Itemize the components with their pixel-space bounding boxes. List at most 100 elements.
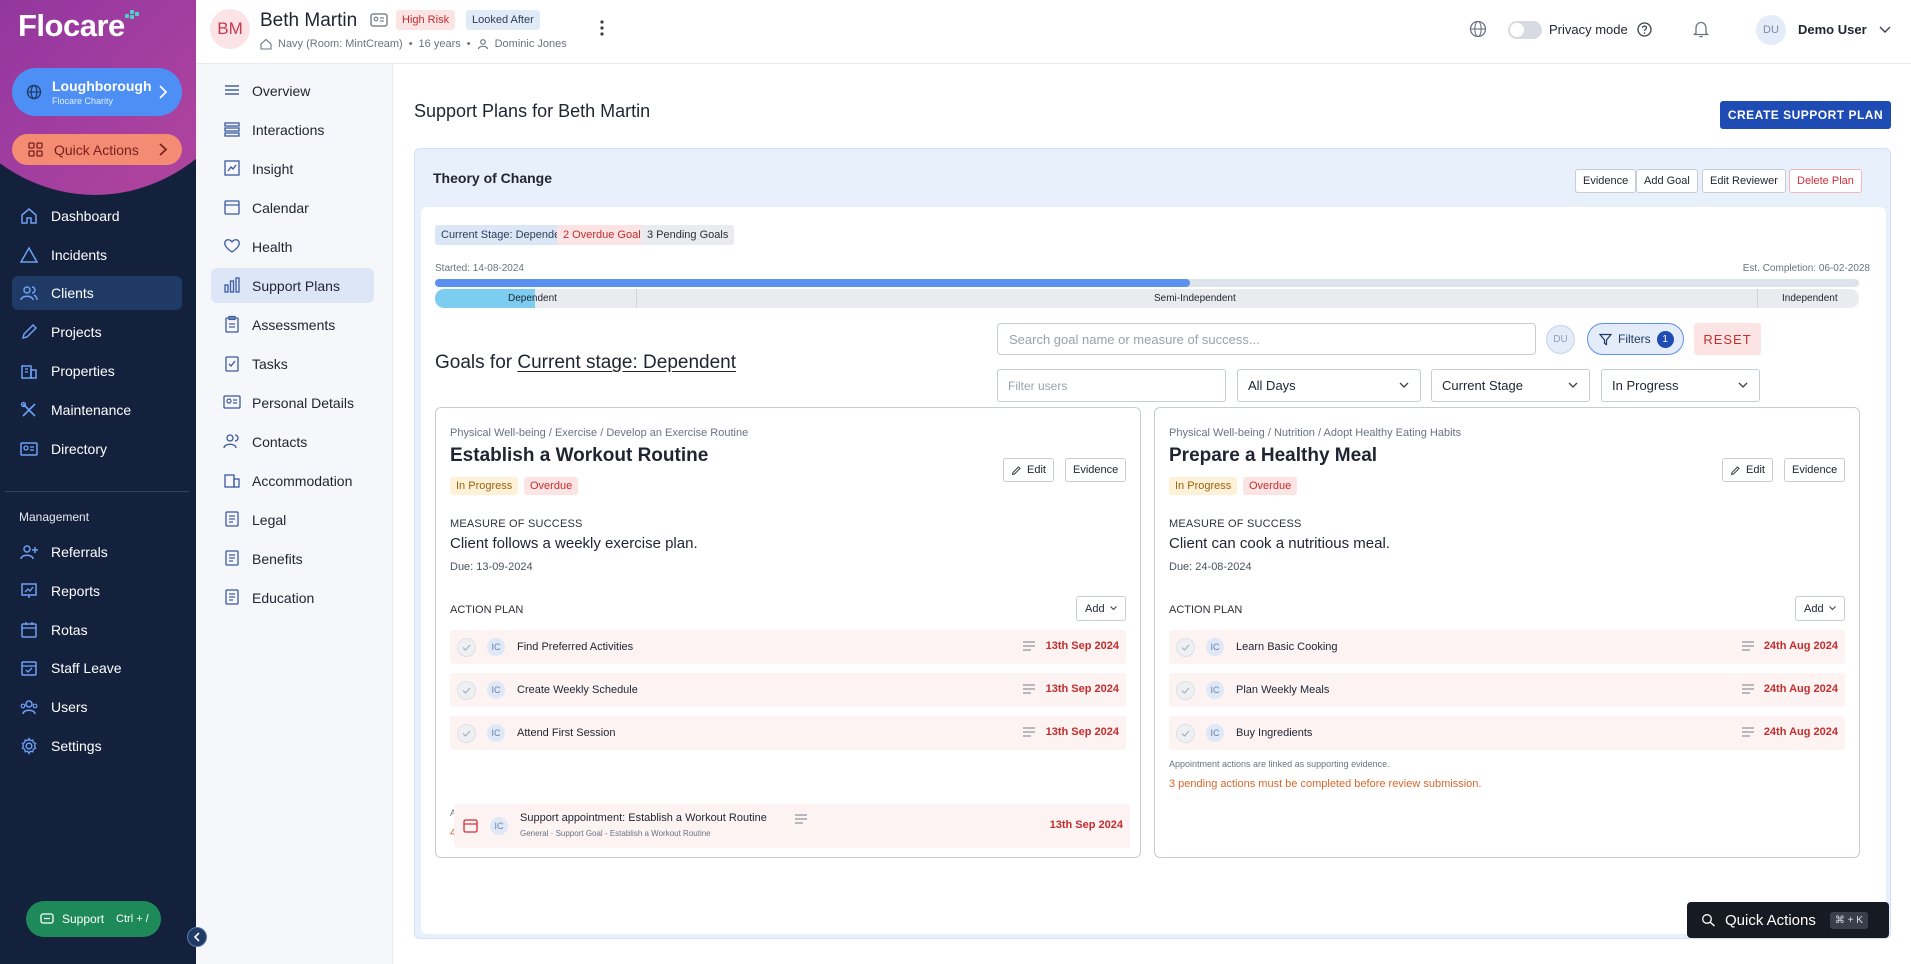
nav-item-settings[interactable]: Settings	[12, 729, 182, 763]
sidebar-collapse-button[interactable]	[187, 927, 207, 947]
appointment-action-row[interactable]: IC Support appointment: Establish a Work…	[454, 804, 1130, 848]
nav-item-dashboard[interactable]: Dashboard	[12, 199, 182, 233]
notes-icon[interactable]	[1742, 727, 1754, 737]
support-button[interactable]: Support Ctrl + /	[26, 901, 161, 937]
action-row[interactable]: IC Attend First Session 13th Sep 2024	[450, 716, 1126, 750]
privacy-mode-label: Privacy mode	[1549, 22, 1628, 37]
notes-icon[interactable]	[1023, 684, 1035, 694]
complete-action-checkbox[interactable]	[1176, 638, 1195, 657]
quick-actions-fab[interactable]: Quick Actions ⌘ + K	[1687, 902, 1889, 938]
assignee-avatar: IC	[487, 638, 505, 656]
current-stage-link[interactable]: Current stage: Dependent	[517, 352, 736, 373]
appointment-sublabel: General · Support Goal - Establish a Wor…	[520, 829, 711, 838]
goal-evidence-button[interactable]: Evidence	[1784, 458, 1846, 482]
filters-button[interactable]: Filters 1	[1587, 323, 1684, 355]
action-row[interactable]: IC Buy Ingredients 24th Aug 2024	[1169, 716, 1845, 750]
privacy-mode-toggle[interactable]	[1508, 21, 1542, 39]
subnav-legal[interactable]: Legal	[211, 502, 374, 537]
users-icon	[20, 286, 38, 301]
notes-icon[interactable]	[1742, 684, 1754, 694]
subnav-label: Overview	[252, 82, 311, 99]
help-icon[interactable]	[1637, 22, 1652, 37]
complete-action-checkbox[interactable]	[1176, 724, 1195, 743]
nav-item-clients[interactable]: Clients	[12, 276, 182, 310]
notifications-bell-icon[interactable]	[1693, 20, 1709, 38]
stage-select[interactable]: Current Stage	[1431, 369, 1590, 402]
nav-item-reports[interactable]: Reports	[12, 574, 182, 608]
nav-item-rotas[interactable]: Rotas	[12, 613, 182, 647]
reset-filters-button[interactable]: RESET	[1694, 323, 1761, 355]
chevron-right-icon	[159, 85, 168, 99]
main-sidebar: Flocare Loughborough Flocare Charity Quic…	[0, 0, 196, 964]
action-row[interactable]: IC Create Weekly Schedule 13th Sep 2024	[450, 673, 1126, 707]
nav-item-staff-leave[interactable]: Staff Leave	[12, 651, 182, 685]
nav-item-maintenance[interactable]: Maintenance	[12, 393, 182, 427]
nav-item-users[interactable]: Users	[12, 690, 182, 724]
subnav-health[interactable]: Health	[211, 229, 374, 264]
stage-label-semi-independent: Semi-Independent	[1154, 293, 1236, 304]
chevron-down-icon[interactable]	[1879, 26, 1891, 34]
status-select[interactable]: In Progress	[1601, 369, 1760, 402]
add-action-button[interactable]: Add	[1795, 596, 1845, 621]
subnav-education[interactable]: Education	[211, 580, 374, 615]
user-filter-avatar[interactable]: DU	[1546, 325, 1575, 354]
goal-evidence-button[interactable]: Evidence	[1065, 458, 1127, 482]
create-support-plan-button[interactable]: CREATE SUPPORT PLAN	[1720, 101, 1891, 129]
nav-item-incidents[interactable]: Incidents	[12, 238, 182, 272]
subnav-calendar[interactable]: Calendar	[211, 190, 374, 225]
subnav-overview[interactable]: Overview	[211, 73, 374, 108]
complete-action-checkbox[interactable]	[457, 638, 476, 657]
nav-item-directory[interactable]: Directory	[12, 432, 182, 466]
subnav-accommodation[interactable]: Accommodation	[211, 463, 374, 498]
subnav-label: Health	[252, 238, 293, 255]
stage-label-dependent: Dependent	[508, 293, 557, 304]
organisation-name: Loughborough	[52, 78, 152, 94]
user-name[interactable]: Demo User	[1798, 22, 1867, 37]
subnav-insight[interactable]: Insight	[211, 151, 374, 186]
evidence-button[interactable]: Evidence	[1575, 169, 1637, 193]
chevron-down-icon	[1829, 606, 1836, 611]
goal-search-input[interactable]: Search goal name or measure of success..…	[997, 323, 1536, 355]
action-row[interactable]: IC Plan Weekly Meals 24th Aug 2024	[1169, 673, 1845, 707]
complete-action-checkbox[interactable]	[457, 681, 476, 700]
edit-goal-button[interactable]: Edit	[1003, 458, 1054, 482]
goal-breadcrumb: Physical Well-being / Exercise / Develop…	[450, 427, 749, 439]
notes-icon[interactable]	[795, 814, 807, 824]
nav-item-referrals[interactable]: Referrals	[12, 535, 182, 569]
subnav-personal-details[interactable]: Personal Details	[211, 385, 374, 420]
nav-item-projects[interactable]: Projects	[12, 315, 182, 349]
notes-icon[interactable]	[1742, 641, 1754, 651]
app-logo[interactable]: Flocare	[18, 8, 139, 44]
language-icon[interactable]	[1469, 20, 1487, 38]
filter-users-input[interactable]: Filter users	[997, 369, 1226, 402]
action-row[interactable]: IC Learn Basic Cooking 24th Aug 2024	[1169, 630, 1845, 664]
management-section-label: Management	[19, 510, 90, 524]
edit-goal-button[interactable]: Edit	[1722, 458, 1773, 482]
complete-action-checkbox[interactable]	[1176, 681, 1195, 700]
client-avatar[interactable]: BM	[210, 9, 250, 49]
add-goal-button[interactable]: Add Goal	[1636, 169, 1698, 193]
add-action-button[interactable]: Add	[1076, 596, 1126, 621]
action-plan-label: ACTION PLAN	[450, 604, 524, 616]
subnav-contacts[interactable]: Contacts	[211, 424, 374, 459]
delete-plan-button[interactable]: Delete Plan	[1789, 169, 1862, 193]
id-card-icon[interactable]	[370, 12, 388, 28]
action-row[interactable]: IC Find Preferred Activities 13th Sep 20…	[450, 630, 1126, 664]
notes-icon[interactable]	[1023, 727, 1035, 737]
organisation-switcher[interactable]: Loughborough Flocare Charity	[12, 68, 182, 116]
days-select[interactable]: All Days	[1237, 369, 1421, 402]
notes-icon[interactable]	[1023, 641, 1035, 651]
quick-actions-button[interactable]: Quick Actions	[12, 134, 182, 165]
subnav-interactions[interactable]: Interactions	[211, 112, 374, 147]
edit-reviewer-button[interactable]: Edit Reviewer	[1702, 169, 1786, 193]
subnav-support-plans[interactable]: Support Plans	[211, 268, 374, 303]
subnav-benefits[interactable]: Benefits	[211, 541, 374, 576]
nav-item-properties[interactable]: Properties	[12, 354, 182, 388]
action-label: Attend First Session	[517, 727, 616, 739]
user-avatar[interactable]: DU	[1756, 15, 1786, 45]
more-options-icon[interactable]	[600, 20, 604, 36]
complete-action-checkbox[interactable]	[457, 724, 476, 743]
client-header: BM Beth Martin High Risk Looked After Na…	[196, 0, 1911, 64]
subnav-tasks[interactable]: Tasks	[211, 346, 374, 381]
subnav-assessments[interactable]: Assessments	[211, 307, 374, 342]
